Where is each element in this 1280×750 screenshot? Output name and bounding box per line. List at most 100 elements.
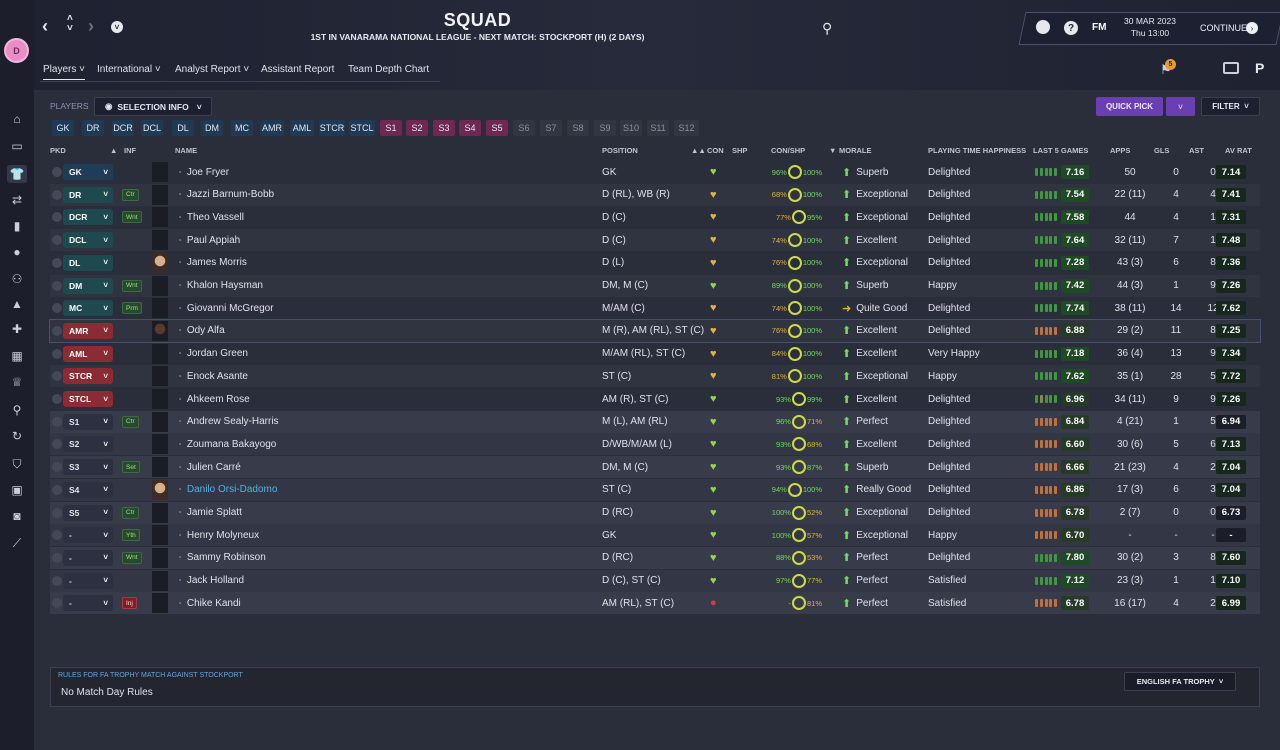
position-selector[interactable]: - ˅	[63, 572, 113, 589]
col-con-shp[interactable]: CON/SHP	[771, 146, 805, 155]
pick-toggle[interactable]	[52, 530, 62, 541]
player-name-cell[interactable]: ◔ Henry Molyneux	[177, 524, 259, 546]
player-name-cell[interactable]: ◔ Paul Appiah	[177, 229, 240, 251]
filter-s2[interactable]: S2	[406, 120, 428, 136]
table-row[interactable]: GK ˅ ◔ Joe Fryer GK ♥ 96% 100% ⬆ Superb …	[50, 161, 1260, 183]
sort-up-icon[interactable]: ▲	[110, 146, 117, 155]
pick-toggle[interactable]	[52, 167, 62, 177]
player-name-cell[interactable]: ◔ Giovanni McGregor	[177, 297, 274, 319]
filter-s1[interactable]: S1	[380, 120, 402, 136]
dropdown-icon[interactable]: ˅	[111, 21, 123, 33]
position-selector[interactable]: S1 ˅	[63, 413, 113, 430]
filter-mc[interactable]: MC	[231, 120, 253, 136]
info-badge[interactable]: Wnt	[122, 279, 142, 292]
pick-toggle[interactable]	[52, 416, 62, 427]
position-selector[interactable]: AMR ˅	[63, 322, 113, 339]
continue-arrow-icon[interactable]: ›	[1246, 22, 1258, 34]
table-row[interactable]: AML ˅ ◔ Jordan Green M/AM (RL), ST (C) ♥…	[50, 343, 1260, 365]
pick-toggle[interactable]	[52, 235, 62, 246]
col-ast[interactable]: AST	[1189, 146, 1204, 155]
report-icon[interactable]: ▮	[7, 217, 27, 235]
filter-gk[interactable]: GK	[52, 120, 74, 136]
player-name-cell[interactable]: ◔ James Morris	[177, 252, 247, 274]
position-selector[interactable]: S5 ˅	[63, 504, 113, 521]
info-badge[interactable]: Wnt	[122, 551, 142, 564]
info-badge[interactable]: Wnt	[122, 211, 142, 224]
table-row[interactable]: STCR ˅ ◔ Enock Asante ST (C) ♥ 81% 100% …	[50, 365, 1260, 387]
scouting-icon[interactable]: ⚇	[7, 270, 27, 288]
table-row[interactable]: DCL ˅ ◔ Paul Appiah D (C) ♥ 74% 100% ⬆ E…	[50, 229, 1260, 251]
quick-pick-button[interactable]: QUICK PICK	[1096, 97, 1163, 116]
sort-down-icon[interactable]: ▼	[829, 146, 836, 155]
pick-toggle[interactable]	[52, 552, 62, 563]
filter-button[interactable]: FILTER ˅	[1201, 97, 1260, 116]
player-name-cell[interactable]: ◔ Jazzi Barnum-Bobb	[177, 184, 274, 206]
tab-international[interactable]: International ˅	[97, 64, 161, 80]
tab-assistant-report[interactable]: Assistant Report	[261, 64, 334, 80]
col-av-rat[interactable]: AV RAT	[1225, 146, 1252, 155]
search-icon[interactable]: ⚲	[822, 20, 832, 37]
pick-toggle[interactable]	[52, 257, 62, 268]
filter-dcr[interactable]: DCR	[112, 120, 134, 136]
trophy-icon[interactable]: ♕	[7, 373, 27, 391]
forward-icon[interactable]: ›	[88, 16, 94, 37]
player-name-cell[interactable]: ◔ Khalon Haysman	[177, 275, 263, 297]
position-selector[interactable]: STCL ˅	[63, 391, 113, 407]
table-row[interactable]: S1 ˅ Ctr ◔ Andrew Sealy-Harris M (L), AM…	[50, 410, 1260, 433]
position-selector[interactable]: DR ˅	[63, 186, 113, 203]
fm-logo[interactable]: FM	[1092, 22, 1106, 33]
col-gls[interactable]: GLS	[1154, 146, 1169, 155]
table-row[interactable]: MC ˅ Prm ◔ Giovanni McGregor M/AM (C) ♥ …	[50, 297, 1260, 319]
filter-aml[interactable]: AML	[290, 120, 314, 136]
position-selector[interactable]: - ˅	[63, 527, 113, 544]
inbox-icon[interactable]: ▭	[7, 137, 27, 155]
info-badge[interactable]: Prm	[122, 302, 142, 315]
filter-dcl[interactable]: DCL	[141, 120, 163, 136]
selection-info-dropdown[interactable]: ◉ SELECTION INFO ˅	[94, 97, 212, 116]
alerts-icon[interactable]: ▲	[7, 295, 27, 313]
player-name-cell[interactable]: ◔ Theo Vassell	[177, 206, 244, 228]
pick-toggle[interactable]	[52, 462, 62, 473]
filter-s6[interactable]: S6	[513, 120, 535, 136]
player-name-cell[interactable]: ◔ Enock Asante	[177, 365, 248, 387]
col-pkd[interactable]: PKD	[50, 146, 66, 155]
pick-toggle[interactable]	[52, 598, 62, 609]
player-name-cell[interactable]: ◔ Danilo Orsi-Dadomo	[177, 479, 277, 501]
medical-icon[interactable]: ✚	[7, 320, 27, 338]
col-inf[interactable]: INF	[124, 146, 136, 155]
position-selector[interactable]: S3 ˅	[63, 459, 113, 476]
info-badge[interactable]: Set	[122, 461, 140, 474]
competition-dropdown[interactable]: ENGLISH FA TROPHY ˅	[1124, 672, 1236, 691]
info-badge[interactable]: Yth	[122, 529, 140, 542]
shield-icon[interactable]: ⛉	[7, 455, 27, 473]
filter-dm[interactable]: DM	[201, 120, 223, 136]
col-morale[interactable]: MORALE	[839, 146, 872, 155]
col-playing-time[interactable]: PLAYING TIME HAPPINESS	[928, 146, 1026, 155]
filter-amr[interactable]: AMR	[260, 120, 284, 136]
player-name-cell[interactable]: ◔ Sammy Robinson	[177, 547, 266, 569]
pick-toggle[interactable]	[52, 575, 62, 586]
squad-icon[interactable]: 👕	[7, 165, 27, 183]
filter-stcl[interactable]: STCL	[349, 120, 375, 136]
filter-s10[interactable]: S10	[620, 120, 642, 136]
table-row[interactable]: AMR ˅ ◔ Ody Alfa M (R), AM (RL), ST (C) …	[49, 318, 1261, 343]
pick-toggle[interactable]	[52, 303, 62, 314]
player-name-cell[interactable]: ◔ Chike Kandi	[177, 592, 241, 614]
pick-toggle[interactable]	[52, 394, 62, 404]
player-name-cell[interactable]: ◔ Zoumana Bakayogo	[177, 433, 276, 455]
position-selector[interactable]: DM ˅	[63, 277, 113, 294]
pick-toggle[interactable]	[52, 325, 62, 336]
screen-icon[interactable]	[1223, 62, 1239, 74]
player-name-cell[interactable]: ◔ Jamie Splatt	[177, 502, 242, 524]
position-selector[interactable]: AML ˅	[63, 345, 113, 362]
player-name-cell[interactable]: ◔ Jack Holland	[177, 570, 244, 592]
back-icon[interactable]: ‹	[42, 16, 48, 37]
pick-toggle[interactable]	[52, 371, 62, 382]
position-selector[interactable]: DCL ˅	[63, 232, 113, 249]
player-name-cell[interactable]: ◔ Ody Alfa	[177, 320, 225, 342]
pick-toggle[interactable]	[52, 212, 62, 223]
filter-s11[interactable]: S11	[647, 120, 669, 136]
filter-s4[interactable]: S4	[459, 120, 481, 136]
filter-stcr[interactable]: STCR	[319, 120, 345, 136]
col-last5[interactable]: LAST 5 GAMES	[1033, 146, 1088, 155]
